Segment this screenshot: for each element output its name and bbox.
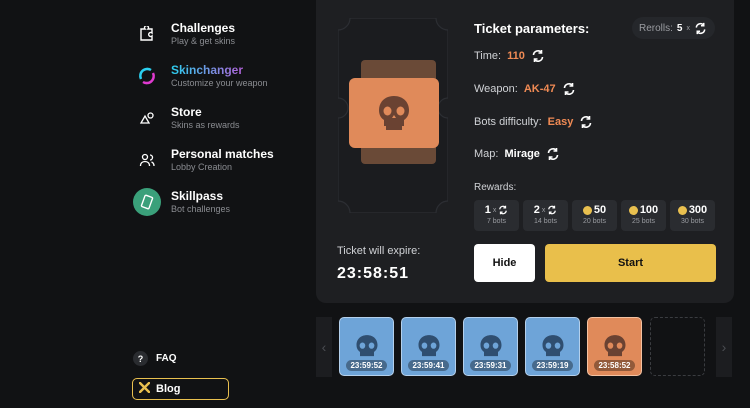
param-time: Time: 110 xyxy=(474,49,545,63)
sidebar: Challenges Play & get skins Skinchanger … xyxy=(0,0,300,408)
sidebar-item-skinchanger[interactable]: Skinchanger Customize your weapon xyxy=(133,62,268,90)
ticket-panel: Ticket will expire: 23:58:51 Ticket para… xyxy=(316,0,734,303)
skinchanger-icon xyxy=(133,62,161,90)
sidebar-item-skillpass[interactable]: Skillpass Bot challenges xyxy=(133,188,230,216)
map-label: Map: xyxy=(474,148,499,160)
expire-timer: 23:58:51 xyxy=(337,265,410,282)
param-map: Map: Mirage xyxy=(474,147,560,161)
skull-icon xyxy=(418,334,439,356)
map-value: Mirage xyxy=(504,148,540,160)
reroll-icon xyxy=(548,205,557,215)
chevron-left-icon: ‹ xyxy=(321,339,327,355)
reward-requirement: 14 bots xyxy=(534,218,557,225)
users-icon xyxy=(133,146,161,174)
param-difficulty: Bots difficulty: Easy xyxy=(474,115,593,129)
weapon-value: AK-47 xyxy=(523,83,556,95)
reward-value: 100 xyxy=(639,204,659,216)
start-button[interactable]: Start xyxy=(545,244,716,282)
rerolls-label: Rerolls: xyxy=(639,22,673,34)
blog-button[interactable]: Blog xyxy=(132,378,229,400)
reward-value: 50 xyxy=(593,204,607,216)
rerolls-value: 5 xyxy=(676,22,683,34)
strip-prev-button[interactable]: ‹ xyxy=(316,317,332,377)
faq-label: FAQ xyxy=(156,353,177,364)
reroll-map-icon[interactable] xyxy=(546,147,560,161)
params-title: Ticket parameters: xyxy=(474,21,590,36)
ticket-tile-time: 23:59:31 xyxy=(470,360,511,371)
ticket-tile[interactable]: 23:59:41 xyxy=(401,317,456,376)
skull-icon xyxy=(379,96,409,130)
reward-x: x xyxy=(492,206,497,214)
rerolls-x: x xyxy=(686,24,690,32)
reward-value: 1 xyxy=(484,204,491,216)
reroll-difficulty-icon[interactable] xyxy=(579,115,593,129)
ticket-slot-empty xyxy=(650,317,705,376)
sidebar-item-subtitle: Play & get skins xyxy=(171,36,236,46)
difficulty-label: Bots difficulty: xyxy=(474,116,542,128)
time-value: 110 xyxy=(507,50,525,62)
reward-tier: 1x 7 bots xyxy=(474,200,519,231)
reward-tier: 300 30 bots xyxy=(670,200,715,231)
sidebar-item-subtitle: Lobby Creation xyxy=(171,162,233,172)
reward-tier: 100 25 bots xyxy=(621,200,666,231)
ticket-tile-time: 23:59:52 xyxy=(346,360,387,371)
reward-x: x xyxy=(541,206,546,214)
expire-label: Ticket will expire: xyxy=(337,245,421,257)
ticket-card xyxy=(349,78,439,148)
sidebar-item-title: Skillpass xyxy=(171,189,224,203)
reward-requirement: 20 bots xyxy=(583,218,606,225)
strip-next-button[interactable]: › xyxy=(716,317,732,377)
rerolls-badge: Rerolls: 5 x xyxy=(632,17,715,39)
time-label: Time: xyxy=(474,50,502,62)
reroll-time-icon[interactable] xyxy=(531,49,545,63)
hide-button[interactable]: Hide xyxy=(474,244,535,282)
sidebar-item-store[interactable]: Store Skins as rewards xyxy=(133,104,240,132)
ticket-tile-time: 23:59:19 xyxy=(532,360,573,371)
sidebar-item-personal-matches[interactable]: Personal matches Lobby Creation xyxy=(133,146,274,174)
blog-icon xyxy=(138,380,151,398)
refresh-icon xyxy=(694,21,708,35)
reward-tier: 50 20 bots xyxy=(572,200,617,231)
reward-value: 300 xyxy=(688,204,708,216)
sidebar-item-title: Skinchanger xyxy=(171,63,268,77)
sidebar-item-challenges[interactable]: Challenges Play & get skins xyxy=(133,20,235,48)
sidebar-item-title: Store xyxy=(171,105,202,119)
sidebar-item-subtitle: Bot challenges xyxy=(171,204,231,214)
ticket-tile[interactable]: 23:59:31 xyxy=(463,317,518,376)
skull-icon xyxy=(480,334,501,356)
reward-requirement: 30 bots xyxy=(681,218,704,225)
blog-label: Blog xyxy=(156,383,181,395)
sidebar-item-subtitle: Customize your weapon xyxy=(171,78,268,88)
store-icon xyxy=(133,104,161,132)
sidebar-item-title: Challenges xyxy=(171,21,236,35)
coin-icon xyxy=(628,205,638,215)
difficulty-value: Easy xyxy=(547,116,574,128)
weapon-label: Weapon: xyxy=(474,83,518,95)
puzzle-icon xyxy=(133,20,161,48)
reroll-weapon-icon[interactable] xyxy=(562,82,576,96)
question-icon: ? xyxy=(133,351,148,366)
coin-icon xyxy=(677,205,687,215)
skull-icon xyxy=(604,334,625,356)
skull-icon xyxy=(542,334,563,356)
rewards-label: Rewards: xyxy=(474,182,517,193)
reward-value: 2 xyxy=(533,204,540,216)
reward-requirement: 25 bots xyxy=(632,218,655,225)
reward-tier: 2x 14 bots xyxy=(523,200,568,231)
chevron-right-icon: › xyxy=(721,339,727,355)
sidebar-item-subtitle: Skins as rewards xyxy=(171,120,240,130)
skillpass-icon xyxy=(133,188,161,216)
skull-icon xyxy=(356,334,377,356)
reward-requirement: 7 bots xyxy=(486,218,507,225)
coin-icon xyxy=(582,205,592,215)
ticket-tile-time: 23:59:41 xyxy=(408,360,449,371)
reroll-icon xyxy=(499,205,508,215)
param-weapon: Weapon: AK-47 xyxy=(474,82,576,96)
ticket-tile-selected[interactable]: 23:58:52 xyxy=(587,317,642,376)
sidebar-item-title: Personal matches xyxy=(171,147,274,161)
faq-link[interactable]: ? FAQ xyxy=(133,351,177,366)
ticket-tile-time: 23:58:52 xyxy=(594,360,635,371)
ticket-tile[interactable]: 23:59:19 xyxy=(525,317,580,376)
ticket-tile[interactable]: 23:59:52 xyxy=(339,317,394,376)
